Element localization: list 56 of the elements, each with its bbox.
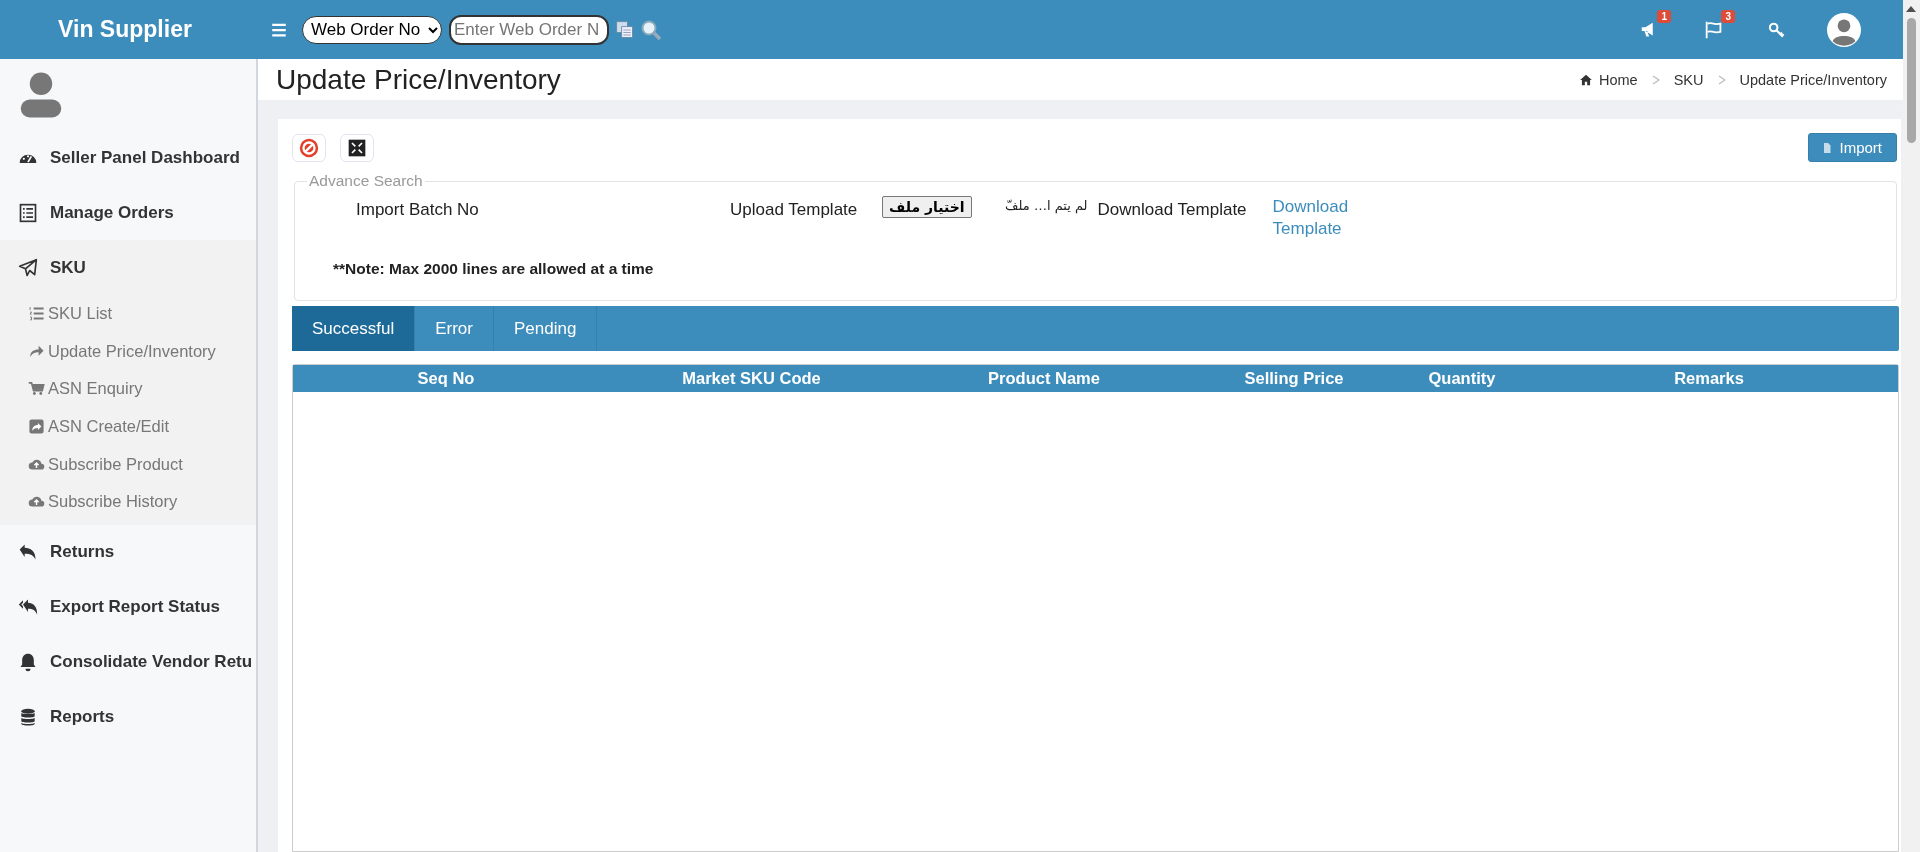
expand-icon [347,137,367,158]
fullscreen-button[interactable] [340,133,374,162]
numbered-list-icon [28,305,45,323]
section-legend: Advance Search [307,172,425,190]
sidebar-item[interactable]: Seller Panel Dashboard [0,130,256,185]
tab[interactable]: Successful [292,306,416,351]
tab[interactable]: Error [415,306,494,351]
column-header: Selling Price [1243,369,1345,388]
chevron-icon [1651,74,1660,85]
sidebar-item[interactable]: Export Report Status [0,579,256,635]
tab[interactable]: Pending [494,306,598,351]
sidebar-subitem[interactable]: SKU List [0,295,256,333]
notification-badge: 3 [1721,9,1735,23]
sidebar-subitem[interactable]: Update Price/Inventory [0,332,256,371]
sidebar-subitem[interactable]: Subscribe Product [0,445,256,483]
column-header: Product Name [987,369,1101,388]
file-status: لم يتم ا… ملفّ [1004,197,1088,213]
import-button[interactable]: Import [1808,133,1897,162]
avatar-icon[interactable] [1827,12,1861,47]
sidebar-item[interactable]: Consolidate Vendor Retu [0,634,256,690]
file-icon [1821,141,1834,154]
copy-icon[interactable] [615,19,635,40]
note-text: **Note: Max 2000 lines are allowed at a time [333,260,655,278]
column-header: Quantity [1427,369,1497,388]
sidebar-subitem[interactable]: ASN Enquiry [0,370,256,408]
page-title: Update Price/Inventory [276,63,561,96]
sidebar-item[interactable]: Manage Orders [0,185,256,240]
field-label: Upload Template [730,199,859,220]
column-header: Seq No [416,369,476,388]
breadcrumb-link[interactable]: Home [1599,71,1638,88]
sidebar-subitem[interactable]: ASN Create/Edit [0,407,256,446]
chevron-icon [1717,74,1726,85]
home-icon [1579,72,1593,87]
edit-icon [28,418,45,436]
column-header: Remarks [1673,369,1745,388]
download-link[interactable]: Download Template [1272,196,1363,240]
breadcrumb-link[interactable]: SKU [1673,71,1704,88]
search-type-dropdown[interactable]: Web Order No [302,15,442,44]
sidebar-item[interactable]: SKU [0,240,256,295]
column-header: Market SKU Code [681,369,822,388]
field-label: Download Template [1097,199,1248,220]
sidebar-item[interactable]: Reports [0,689,256,745]
sidebar-item[interactable]: Returns [0,524,256,580]
ban-icon [298,136,320,159]
choose-file-button[interactable]: اختيار ملف [882,196,972,218]
bell-icon [18,652,38,673]
list-icon [18,202,38,223]
brand-name: Vin Supplier [57,16,193,43]
cancel-button[interactable] [292,133,326,162]
sidebar-subitem[interactable]: Subscribe History [0,482,256,521]
paper-plane-icon [18,257,38,278]
search-field[interactable]: Enter Web Order N [449,14,609,45]
database-icon [18,707,38,728]
field-label: Import Batch No [356,199,480,220]
cart-icon [28,380,45,398]
notification-badge: 1 [1657,9,1671,23]
